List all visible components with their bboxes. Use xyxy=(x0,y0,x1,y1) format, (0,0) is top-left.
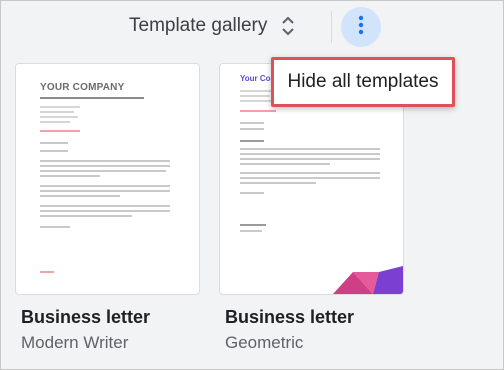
template-gallery-label: Template gallery xyxy=(129,15,268,36)
template-subtitle: Geometric xyxy=(225,333,304,352)
menu-item-hide-all-templates[interactable]: Hide all templates xyxy=(287,71,438,93)
template-card-modern-writer[interactable]: YOUR COMPANY xyxy=(15,63,200,295)
more-vert-icon xyxy=(358,15,364,40)
template-title: Business letter xyxy=(21,307,151,327)
template-subtitle: Modern Writer xyxy=(21,333,129,352)
template-gallery-header: Template gallery xyxy=(1,1,504,53)
toolbar-divider xyxy=(331,11,332,43)
unfold-more-icon xyxy=(281,15,295,37)
thumbnail-divider xyxy=(40,97,144,99)
thumbnail-company-heading: YOUR COMPANY xyxy=(40,82,125,93)
template-thumbnail: YOUR COMPANY xyxy=(16,64,199,294)
more-options-button[interactable] xyxy=(341,7,381,47)
geometric-decoration xyxy=(333,266,403,294)
template-gallery-toggle[interactable]: Template gallery xyxy=(129,11,295,41)
more-options-menu: Hide all templates xyxy=(271,57,455,107)
template-title: Business letter xyxy=(225,307,355,327)
